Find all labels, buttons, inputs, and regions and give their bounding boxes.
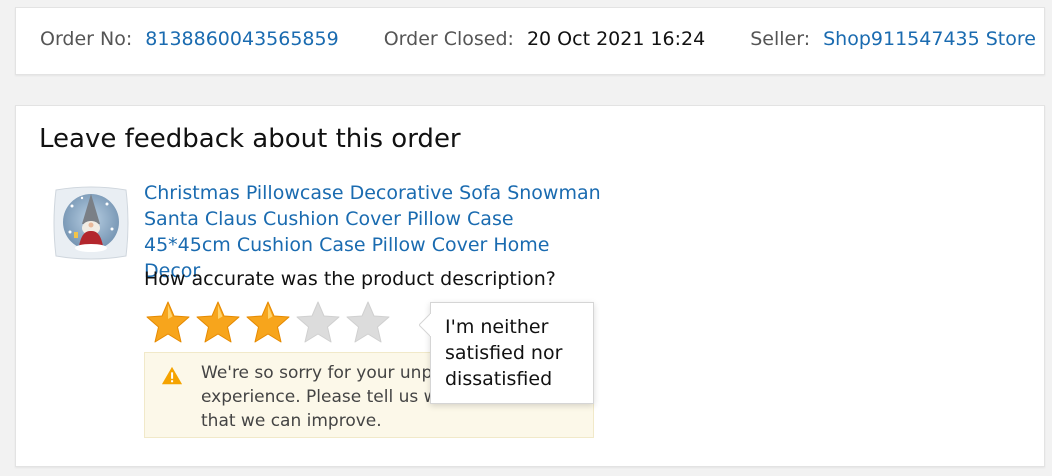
order-closed-value: 20 Oct 2021 16:24 (526, 28, 706, 50)
star-3-icon[interactable] (244, 299, 292, 347)
order-info-row: Order No: 8138860043565859 Order Closed: 20… (40, 28, 1036, 50)
notice-line: that we can improve. (201, 411, 382, 431)
star-1-icon[interactable] (144, 299, 192, 347)
star-2-icon[interactable] (194, 299, 242, 347)
rating-tooltip: I'm neither satisfied nor dissatisfied (419, 302, 594, 404)
rating-question: How accurate was the product description… (144, 268, 556, 290)
order-number-link[interactable]: 8138860043565859 (145, 28, 338, 50)
gnome-pillow-thumbnail-icon (53, 186, 129, 260)
seller-label: Seller: (750, 28, 811, 50)
star-5-icon[interactable] (344, 299, 392, 347)
tooltip-text: I'm neither satisfied nor dissatisfied (445, 316, 563, 390)
order-summary-bar: Order No: 8138860043565859 Order Closed: 20… (15, 7, 1045, 75)
order-closed-label: Order Closed: (383, 28, 514, 50)
feedback-heading: Leave feedback about this order (39, 124, 461, 154)
seller-store-link[interactable]: Shop911547435 Store (823, 28, 1036, 50)
tooltip-pointer-icon (419, 313, 431, 337)
star-rating[interactable] (144, 299, 394, 347)
order-no-label: Order No: (40, 28, 133, 50)
star-4-icon[interactable] (294, 299, 342, 347)
warning-icon (161, 366, 183, 385)
feedback-panel: Leave feedback about this order Christma… (15, 105, 1045, 467)
product-thumbnail[interactable] (52, 184, 130, 262)
